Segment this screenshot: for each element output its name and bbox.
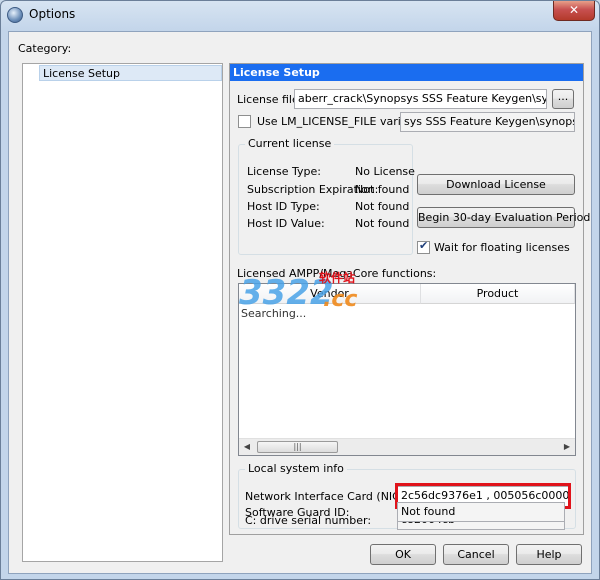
evaluation-button[interactable]: Begin 30-day Evaluation Period xyxy=(417,207,590,228)
scroll-left-icon[interactable]: ◀ xyxy=(239,439,255,455)
license-type-label: License Type: xyxy=(247,165,321,178)
app-globe-icon xyxy=(7,7,23,23)
host-id-value-value: Not found xyxy=(355,217,410,230)
cancel-button[interactable]: Cancel xyxy=(443,544,509,565)
current-license-group: Current license License Type: No License… xyxy=(238,137,415,255)
software-guard-label: Software Guard ID: xyxy=(245,506,350,519)
category-label: Category: xyxy=(18,42,72,55)
software-guard-field[interactable]: Not found xyxy=(397,502,565,522)
license-file-label: License file: xyxy=(237,93,303,106)
local-system-title: Local system info xyxy=(245,462,347,475)
host-id-type-value: Not found xyxy=(355,200,410,213)
wait-floating-checkbox[interactable] xyxy=(417,239,430,254)
watermark-domain: .cc xyxy=(323,287,358,312)
column-header-product[interactable]: Product xyxy=(421,284,575,304)
watermark-site-name: 软件站 xyxy=(319,271,356,285)
subscription-value: Not found xyxy=(355,183,410,196)
ampp-horizontal-scrollbar[interactable]: ◀ ||| ▶ xyxy=(239,438,575,455)
scroll-thumb[interactable]: ||| xyxy=(257,441,338,453)
help-button[interactable]: Help xyxy=(516,544,582,565)
ok-button[interactable]: OK xyxy=(370,544,436,565)
use-env-checkbox[interactable] xyxy=(238,115,251,128)
env-value-field[interactable]: sys SSS Feature Keygen\synopsys.dat xyxy=(400,112,575,132)
browse-button[interactable]: ... xyxy=(552,89,574,109)
current-license-title: Current license xyxy=(245,137,335,150)
options-window: Options ✕ Category: License Setup Licens… xyxy=(0,0,600,580)
scroll-right-icon[interactable]: ▶ xyxy=(559,439,575,455)
panel-header: License Setup xyxy=(230,64,583,81)
license-type-value: No License xyxy=(355,165,415,178)
tree-item-license-setup[interactable]: License Setup xyxy=(39,65,222,81)
license-file-input[interactable]: aberr_crack\Synopsys SSS Feature Keygen\… xyxy=(294,89,547,109)
close-button[interactable]: ✕ xyxy=(553,1,595,21)
category-tree[interactable]: License Setup xyxy=(22,63,223,562)
title-bar[interactable]: Options ✕ xyxy=(1,1,599,29)
download-license-button[interactable]: Download License xyxy=(417,174,575,195)
host-id-value-label: Host ID Value: xyxy=(247,217,325,230)
wait-floating-label: Wait for floating licenses xyxy=(434,241,570,254)
window-title: Options xyxy=(29,7,76,21)
host-id-type-label: Host ID Type: xyxy=(247,200,320,213)
